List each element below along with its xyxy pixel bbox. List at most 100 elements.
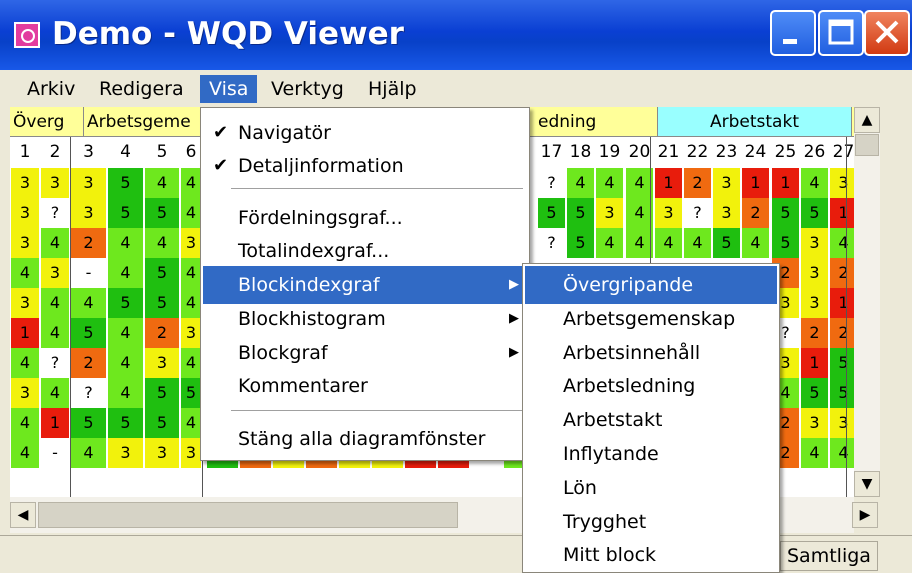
grid-cell[interactable]: 5	[108, 288, 143, 318]
grid-cell[interactable]: 3	[801, 228, 828, 258]
minimize-button[interactable]	[770, 10, 816, 56]
menu-item-totalindexgraf[interactable]: Totalindexgraf...	[203, 232, 527, 270]
grid-cell[interactable]: 2	[830, 318, 854, 348]
grid-cell[interactable]: 5	[108, 168, 143, 198]
column-number[interactable]: 26	[800, 137, 829, 167]
grid-cell[interactable]: 5	[538, 198, 565, 228]
grid-cell[interactable]: 4	[145, 168, 179, 198]
grid-cell[interactable]: 4	[11, 408, 39, 438]
grid-cell[interactable]: 5	[830, 348, 854, 378]
grid-cell[interactable]: 5	[772, 228, 799, 258]
grid-cell[interactable]: 4	[596, 228, 623, 258]
grid-cell[interactable]: -	[71, 258, 106, 288]
menu-item-blockindexgraf[interactable]: Blockindexgraf ▶	[203, 266, 527, 304]
grid-cell[interactable]: 3	[11, 228, 39, 258]
grid-cell[interactable]: 2	[145, 318, 179, 348]
grid-cell[interactable]: 4	[71, 438, 106, 468]
close-button[interactable]	[864, 10, 910, 56]
column-number[interactable]: 24	[741, 137, 770, 167]
grid-cell[interactable]: 4	[830, 228, 854, 258]
grid-cell[interactable]: 2	[801, 318, 828, 348]
grid-cell[interactable]: 1	[830, 288, 854, 318]
grid-cell[interactable]: 4	[830, 438, 854, 468]
grid-cell[interactable]: 4	[71, 288, 106, 318]
grid-cell[interactable]: 4	[11, 438, 39, 468]
grid-cell[interactable]: 4	[801, 438, 828, 468]
column-number[interactable]: 22	[683, 137, 712, 167]
grid-cell[interactable]: 1	[772, 168, 799, 198]
grid-cell[interactable]: 4	[742, 228, 769, 258]
group-header[interactable]: edning	[530, 107, 658, 137]
grid-cell[interactable]: 3	[830, 168, 854, 198]
grid-cell[interactable]: 2	[684, 168, 711, 198]
column-number[interactable]: 2	[40, 137, 70, 167]
grid-cell[interactable]: 4	[145, 228, 179, 258]
grid-cell[interactable]: 5	[145, 378, 179, 408]
submenu-item-overgripande[interactable]: Övergripande	[525, 266, 777, 304]
grid-cell[interactable]: 1	[41, 408, 69, 438]
menu-item-kommentarer[interactable]: Kommentarer	[203, 367, 527, 405]
grid-cell[interactable]: 3	[11, 168, 39, 198]
menu-verktyg[interactable]: Verktyg	[262, 75, 353, 103]
grid-cell[interactable]: 1	[742, 168, 769, 198]
column-number[interactable]: 5	[144, 137, 180, 167]
column-number[interactable]: 1	[10, 137, 40, 167]
grid-cell[interactable]: 4	[801, 168, 828, 198]
grid-cell[interactable]: 3	[11, 198, 39, 228]
grid-cell[interactable]: 3	[41, 258, 69, 288]
grid-cell[interactable]: 5	[145, 288, 179, 318]
grid-cell[interactable]: 5	[801, 378, 828, 408]
grid-cell[interactable]: 4	[626, 168, 653, 198]
column-number[interactable]: 21	[654, 137, 683, 167]
grid-cell[interactable]: 4	[626, 228, 653, 258]
grid-cell[interactable]: 3	[71, 198, 106, 228]
grid-cell[interactable]: ?	[538, 168, 565, 198]
grid-cell[interactable]: ?	[41, 348, 69, 378]
menu-hjalp[interactable]: Hjälp	[359, 75, 426, 103]
scroll-left-button[interactable]: ◀	[10, 502, 36, 528]
grid-cell[interactable]: ?	[71, 378, 106, 408]
grid-cell[interactable]: 5	[108, 408, 143, 438]
menu-redigera[interactable]: Redigera	[90, 75, 193, 103]
menu-arkiv[interactable]: Arkiv	[18, 75, 84, 103]
grid-cell[interactable]: 4	[108, 258, 143, 288]
submenu-item-arbetstakt[interactable]: Arbetstakt	[525, 401, 777, 439]
grid-cell[interactable]: 4	[41, 378, 69, 408]
grid-cell[interactable]: 5	[71, 408, 106, 438]
grid-cell[interactable]: 2	[742, 198, 769, 228]
grid-cell[interactable]: 5	[830, 378, 854, 408]
scroll-down-button[interactable]: ▼	[854, 471, 880, 497]
grid-cell[interactable]: 4	[181, 168, 201, 198]
grid-cell[interactable]: 5	[567, 228, 594, 258]
grid-cell[interactable]: 5	[71, 318, 106, 348]
grid-cell[interactable]: 3	[830, 408, 854, 438]
grid-cell[interactable]: 5	[772, 198, 799, 228]
column-number[interactable]: 25	[771, 137, 800, 167]
grid-cell[interactable]: 1	[11, 318, 39, 348]
grid-cell[interactable]: 3	[713, 168, 740, 198]
grid-cell[interactable]: 3	[11, 288, 39, 318]
grid-cell[interactable]: ?	[538, 228, 565, 258]
menu-visa[interactable]: Visa	[200, 75, 258, 103]
grid-cell[interactable]: 3	[11, 378, 39, 408]
menu-item-detaljinformation[interactable]: ✔ Detaljinformation	[203, 147, 527, 185]
column-number[interactable]: 23	[712, 137, 741, 167]
grid-cell[interactable]: 4	[108, 228, 143, 258]
grid-cell[interactable]: 4	[181, 408, 201, 438]
grid-cell[interactable]: 4	[684, 228, 711, 258]
column-number[interactable]: 27	[829, 137, 854, 167]
submenu-item-arbetsledning[interactable]: Arbetsledning	[525, 367, 777, 405]
grid-cell[interactable]: 3	[801, 408, 828, 438]
app-icon[interactable]	[14, 22, 40, 48]
grid-cell[interactable]: 4	[181, 348, 201, 378]
grid-cell[interactable]: ?	[41, 198, 69, 228]
grid-cell[interactable]: 3	[108, 438, 143, 468]
submenu-item-arbetsgemenskap[interactable]: Arbetsgemenskap	[525, 300, 777, 338]
vertical-scroll-thumb[interactable]	[855, 134, 879, 156]
grid-cell[interactable]: 3	[71, 168, 106, 198]
grid-cell[interactable]: 1	[801, 348, 828, 378]
grid-cell[interactable]: 4	[596, 168, 623, 198]
grid-cell[interactable]: 5	[145, 258, 179, 288]
grid-cell[interactable]: 3	[801, 258, 828, 288]
grid-cell[interactable]: 1	[655, 168, 682, 198]
